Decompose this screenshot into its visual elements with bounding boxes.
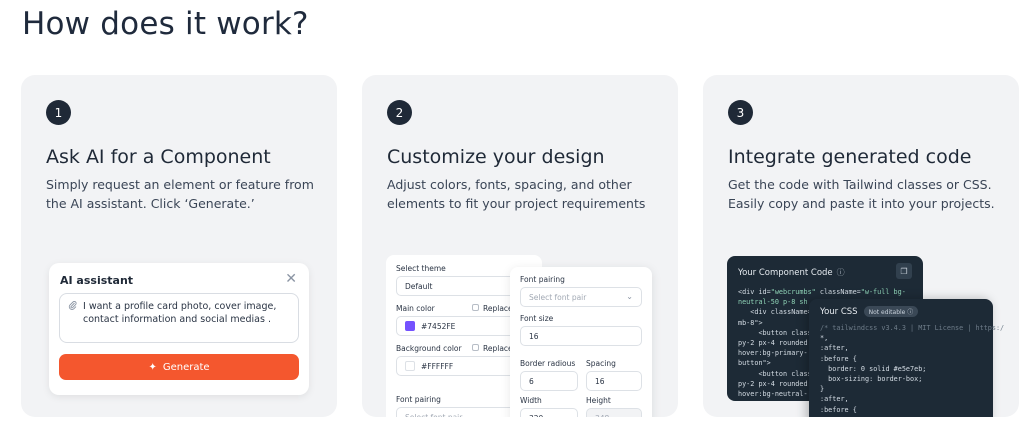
height-label: Height bbox=[586, 396, 611, 405]
replace-checkbox[interactable] bbox=[472, 344, 479, 351]
color-swatch bbox=[405, 361, 415, 371]
ai-prompt-input[interactable]: I want a profile card photo, cover image… bbox=[59, 293, 299, 343]
step-title: Customize your design bbox=[387, 146, 605, 168]
background-color-label: Background color bbox=[396, 344, 462, 353]
font-pairing-label: Font pairing bbox=[520, 275, 565, 284]
font-pairing-placeholder: Select font pair bbox=[529, 292, 587, 302]
step-number-badge: 2 bbox=[387, 100, 412, 125]
select-theme-label: Select theme bbox=[396, 264, 446, 273]
background-color-value: #FFFFFF bbox=[421, 361, 454, 371]
step-number-badge: 1 bbox=[46, 100, 71, 125]
generate-button[interactable]: ✦ Generate bbox=[59, 354, 299, 380]
step-title: Ask AI for a Component bbox=[46, 146, 271, 168]
height-input: 348 bbox=[586, 408, 642, 417]
step-title: Integrate generated code bbox=[728, 146, 972, 168]
css-code-block[interactable]: /* tailwindcss v3.4.3 | MIT License | ht… bbox=[820, 323, 1004, 415]
ai-assistant-title: AI assistant bbox=[60, 274, 134, 287]
step-description: Adjust colors, fonts, spacing, and other… bbox=[387, 177, 646, 211]
step-number-badge: 3 bbox=[728, 100, 753, 125]
step-card-2: 2 Customize your design Adjust colors, f… bbox=[362, 75, 678, 417]
font-size-input[interactable]: 16 bbox=[520, 326, 642, 346]
paperclip-icon[interactable] bbox=[68, 300, 77, 313]
chevron-down-icon: ⌄ bbox=[626, 292, 633, 301]
main-color-label: Main color bbox=[396, 304, 435, 313]
ai-assistant-panel: AI assistant ✕ I want a profile card pho… bbox=[49, 263, 309, 395]
spacing-input[interactable]: 16 bbox=[586, 371, 642, 391]
info-icon: ⓘ bbox=[836, 268, 845, 277]
width-input[interactable]: 320 bbox=[520, 408, 578, 417]
border-radius-input[interactable]: 6 bbox=[520, 371, 578, 391]
font-size-label: Font size bbox=[520, 314, 554, 323]
sparkle-icon: ✦ bbox=[148, 361, 157, 373]
css-code-title-text: Your CSS bbox=[820, 307, 858, 317]
color-swatch bbox=[405, 321, 415, 331]
border-radius-label: Border radious bbox=[520, 359, 576, 368]
step-description: Get the code with Tailwind classes or CS… bbox=[728, 177, 995, 211]
component-code-title: Your Component Code ⓘ bbox=[738, 267, 845, 278]
css-code-panel: Your CSS Not editable ⓘ /* tailwindcss v3… bbox=[809, 299, 1004, 417]
close-icon[interactable]: ✕ bbox=[285, 271, 297, 287]
step-description: Simply request an element or feature fro… bbox=[46, 177, 314, 211]
step-card-3: 3 Integrate generated code Get the code … bbox=[703, 75, 1019, 417]
not-editable-badge: Not editable ⓘ bbox=[863, 306, 919, 317]
spacing-label: Spacing bbox=[586, 359, 616, 368]
width-label: Width bbox=[520, 396, 542, 405]
font-pairing-dropdown[interactable]: Select font pair ⌄ bbox=[520, 287, 642, 307]
generate-label: Generate bbox=[162, 361, 210, 373]
step-card-1: 1 Ask AI for a Component Simply request … bbox=[21, 75, 337, 417]
ai-prompt-text: I want a profile card photo, cover image… bbox=[83, 301, 277, 325]
page-heading: How does it work? bbox=[22, 6, 309, 42]
font-pairing-label: Font pairing bbox=[396, 395, 441, 404]
copy-icon[interactable]: ❐ bbox=[896, 263, 912, 279]
css-code-title: Your CSS Not editable ⓘ bbox=[820, 306, 919, 317]
font-settings-panel: Font pairing Select font pair ⌄ Font siz… bbox=[510, 267, 652, 417]
replace-checkbox[interactable] bbox=[472, 304, 479, 311]
component-code-title-text: Your Component Code bbox=[738, 268, 833, 278]
main-color-value: #7452FE bbox=[421, 321, 456, 331]
